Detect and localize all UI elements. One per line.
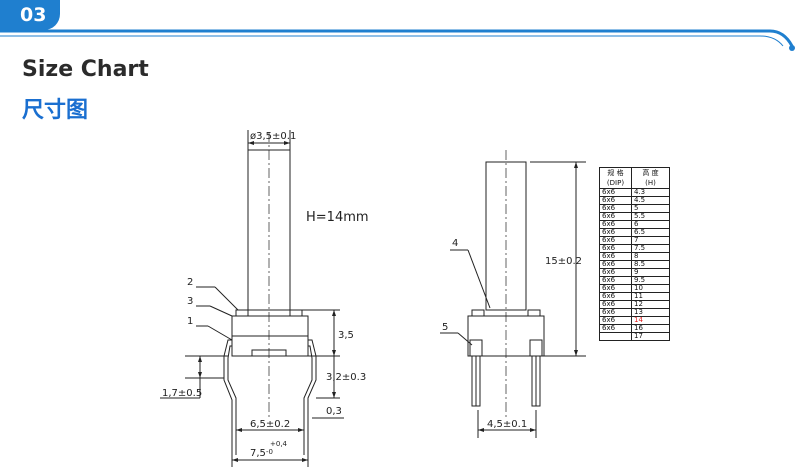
banner-line <box>0 29 795 51</box>
callout-1: 1 <box>187 316 193 327</box>
callout-3: 3 <box>187 296 193 307</box>
height-spec-table: 规 格 (DIP) 高 度 (H) 6x6 4.3 6x6 4.5 6x6 5 6x6 5.5 6x… <box>599 167 670 341</box>
height-note: H=14mm <box>306 210 369 225</box>
dim-4-5: 4,5±0.1 <box>487 419 527 430</box>
callout-2: 2 <box>187 277 193 288</box>
dim-top-diameter: ø3,5±0.1 <box>250 131 296 142</box>
page-title: Size Chart <box>22 57 149 82</box>
dim-15: 15±0.2 <box>545 256 582 267</box>
table-header-spec: 规 格 (DIP) <box>599 167 632 189</box>
page-title-cn: 尺寸图 <box>22 98 89 123</box>
dim-3-2: 3,2±0.3 <box>326 372 366 383</box>
dim-7-5-lower-tol: -0 <box>266 448 273 456</box>
section-banner <box>0 0 799 51</box>
banner-end-dot <box>789 45 795 51</box>
height-cell: 17 <box>631 332 670 341</box>
section-number-badge: 03 <box>0 0 60 30</box>
table-header-height: 高 度 (H) <box>631 167 670 189</box>
callout-5: 5 <box>442 322 448 333</box>
spec-cell <box>599 332 632 341</box>
dim-1-7: 1,7±0.5 <box>162 388 202 399</box>
dim-3-5: 3,5 <box>338 330 354 341</box>
table-body: 6x6 4.3 6x6 4.5 6x6 5 6x6 5.5 6x6 6 6x6 6.5 6x6 7 6x6 7… <box>599 188 670 341</box>
spec-cell: 6x6 <box>599 324 632 333</box>
table-row: 17 <box>599 332 670 341</box>
dim-6-5: 6,5±0.2 <box>250 419 290 430</box>
dim-7-5: 7,5 <box>250 448 266 459</box>
dim-7-5-upper-tol: +0,4 <box>270 440 288 448</box>
callout-4: 4 <box>452 238 458 249</box>
dim-0-3: 0,3 <box>326 406 342 417</box>
